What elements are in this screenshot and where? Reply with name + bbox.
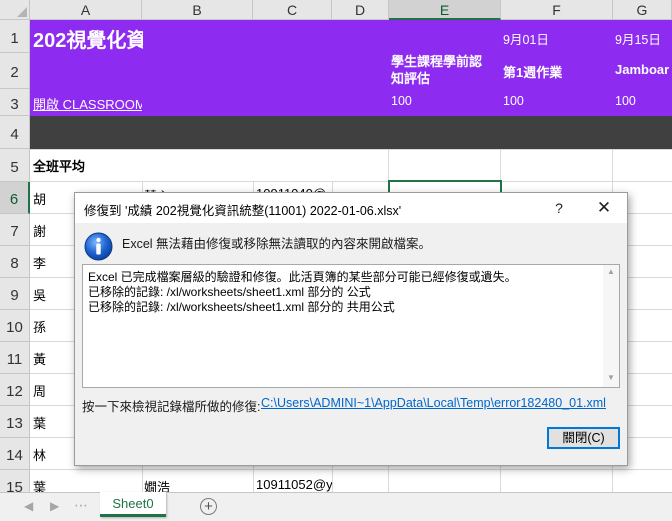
- student-name-cell[interactable]: 孫: [33, 317, 46, 336]
- row-header-14[interactable]: 14: [0, 438, 30, 470]
- column-header-e[interactable]: E: [389, 0, 501, 20]
- sheet-title-cell[interactable]: 202視覺化資: [33, 24, 143, 53]
- row-header-4[interactable]: 4: [0, 116, 30, 149]
- student-name-cell[interactable]: 葉: [33, 477, 46, 492]
- information-icon: [84, 232, 113, 261]
- date-cell-f1[interactable]: 9月01日: [503, 29, 549, 48]
- student-name-cell[interactable]: 謝: [33, 221, 46, 240]
- score-cell-f3[interactable]: 100: [503, 94, 524, 108]
- add-sheet-plus-icon[interactable]: +: [200, 498, 217, 515]
- row-header-11[interactable]: 11: [0, 342, 30, 374]
- class-average-label[interactable]: 全班平均: [33, 156, 85, 175]
- repair-details-textbox[interactable]: Excel 已完成檔案層級的驗證和修復。此活頁簿的某些部分可能已經修復或遺失。 …: [82, 264, 620, 388]
- sheet-tab-sheet0[interactable]: Sheet0: [100, 492, 166, 517]
- student-name-cell[interactable]: 黃: [33, 349, 46, 368]
- column-header-f[interactable]: F: [501, 0, 613, 20]
- assignment-e2-line-2: 知評估: [391, 71, 431, 86]
- column-header-d[interactable]: D: [332, 0, 389, 20]
- column-header-b[interactable]: B: [142, 0, 253, 20]
- student-name-cell[interactable]: 胡: [33, 189, 46, 208]
- row-header-2[interactable]: 2: [0, 53, 30, 89]
- row-header-10[interactable]: 10: [0, 310, 30, 342]
- column-header-g[interactable]: G: [613, 0, 672, 20]
- more-sheets-ellipsis-icon[interactable]: ⋯: [74, 497, 88, 514]
- dialog-title-bar[interactable]: 修復到 '成績 202視覺化資訊統整(11001) 2022-01-06.xls…: [75, 193, 627, 223]
- assignment-e2-line-1: 學生課程學前認: [391, 54, 483, 69]
- repair-log-link[interactable]: C:\Users\ADMINI~1\AppData\Local\Temp\err…: [261, 396, 606, 410]
- row-header-6[interactable]: 6: [0, 182, 30, 214]
- row-header-13[interactable]: 13: [0, 406, 30, 438]
- assignment-cell-f2[interactable]: 第1週作業: [503, 62, 562, 81]
- student-name-cell[interactable]: 李: [33, 253, 46, 272]
- scroll-up-arrow-icon[interactable]: ▲: [603, 267, 619, 276]
- repair-dialog: 修復到 '成績 202視覺化資訊統整(11001) 2022-01-06.xls…: [74, 192, 628, 466]
- row-header-8[interactable]: 8: [0, 246, 30, 278]
- details-line: 已移除的記錄: /xl/worksheets/sheet1.xml 部分的 共用…: [88, 300, 395, 314]
- score-cell-e3[interactable]: 100: [391, 94, 412, 108]
- close-button[interactable]: 關閉(C): [547, 427, 620, 449]
- scroll-down-arrow-icon[interactable]: ▼: [603, 373, 619, 382]
- dialog-message: Excel 無法藉由修復或移除無法讀取的內容來開啟檔案。: [122, 237, 432, 251]
- column-header-a[interactable]: A: [30, 0, 142, 20]
- row-header-1[interactable]: 1: [0, 20, 30, 53]
- student-name-cell[interactable]: 吳: [33, 285, 46, 304]
- student-given-name-cell[interactable]: 嫺浩: [144, 477, 252, 492]
- row-header-7[interactable]: 7: [0, 214, 30, 246]
- sheet-tab-bar: ◀ ▶ ⋯ Sheet0 +: [0, 492, 672, 521]
- row-header-5[interactable]: 5: [0, 149, 30, 182]
- next-sheet-arrow-icon[interactable]: ▶: [50, 499, 59, 513]
- student-name-cell[interactable]: 周: [33, 381, 46, 400]
- open-classroom-link[interactable]: 開啟 CLASSROOM: [33, 94, 142, 113]
- student-name-cell[interactable]: 林: [33, 445, 46, 464]
- previous-sheet-arrow-icon[interactable]: ◀: [24, 499, 33, 513]
- score-cell-g3[interactable]: 100: [615, 94, 636, 108]
- row-header-15[interactable]: 15: [0, 470, 30, 492]
- column-header-c[interactable]: C: [253, 0, 332, 20]
- details-scrollbar[interactable]: ▲ ▼: [603, 265, 619, 387]
- row-header-3[interactable]: 3: [0, 89, 30, 116]
- student-email-cell[interactable]: 10911052@y: [256, 477, 332, 492]
- date-cell-g1[interactable]: 9月15日: [615, 29, 661, 48]
- student-name-cell[interactable]: 葉: [33, 413, 46, 432]
- help-button[interactable]: ?: [537, 193, 581, 223]
- select-all-corner[interactable]: [0, 0, 30, 20]
- row-header-9[interactable]: 9: [0, 278, 30, 310]
- dialog-title: 修復到 '成績 202視覺化資訊統整(11001) 2022-01-06.xls…: [84, 204, 402, 218]
- assignment-cell-g2[interactable]: Jamboar: [615, 62, 672, 77]
- assignment-cell-e2[interactable]: 學生課程學前認 知評估: [391, 53, 482, 87]
- dark-separator-band: [30, 116, 672, 149]
- close-x-button[interactable]: ✕: [581, 193, 627, 223]
- view-log-hint: 按一下來檢視記錄檔所做的修復:: [82, 400, 261, 414]
- row-header-12[interactable]: 12: [0, 374, 30, 406]
